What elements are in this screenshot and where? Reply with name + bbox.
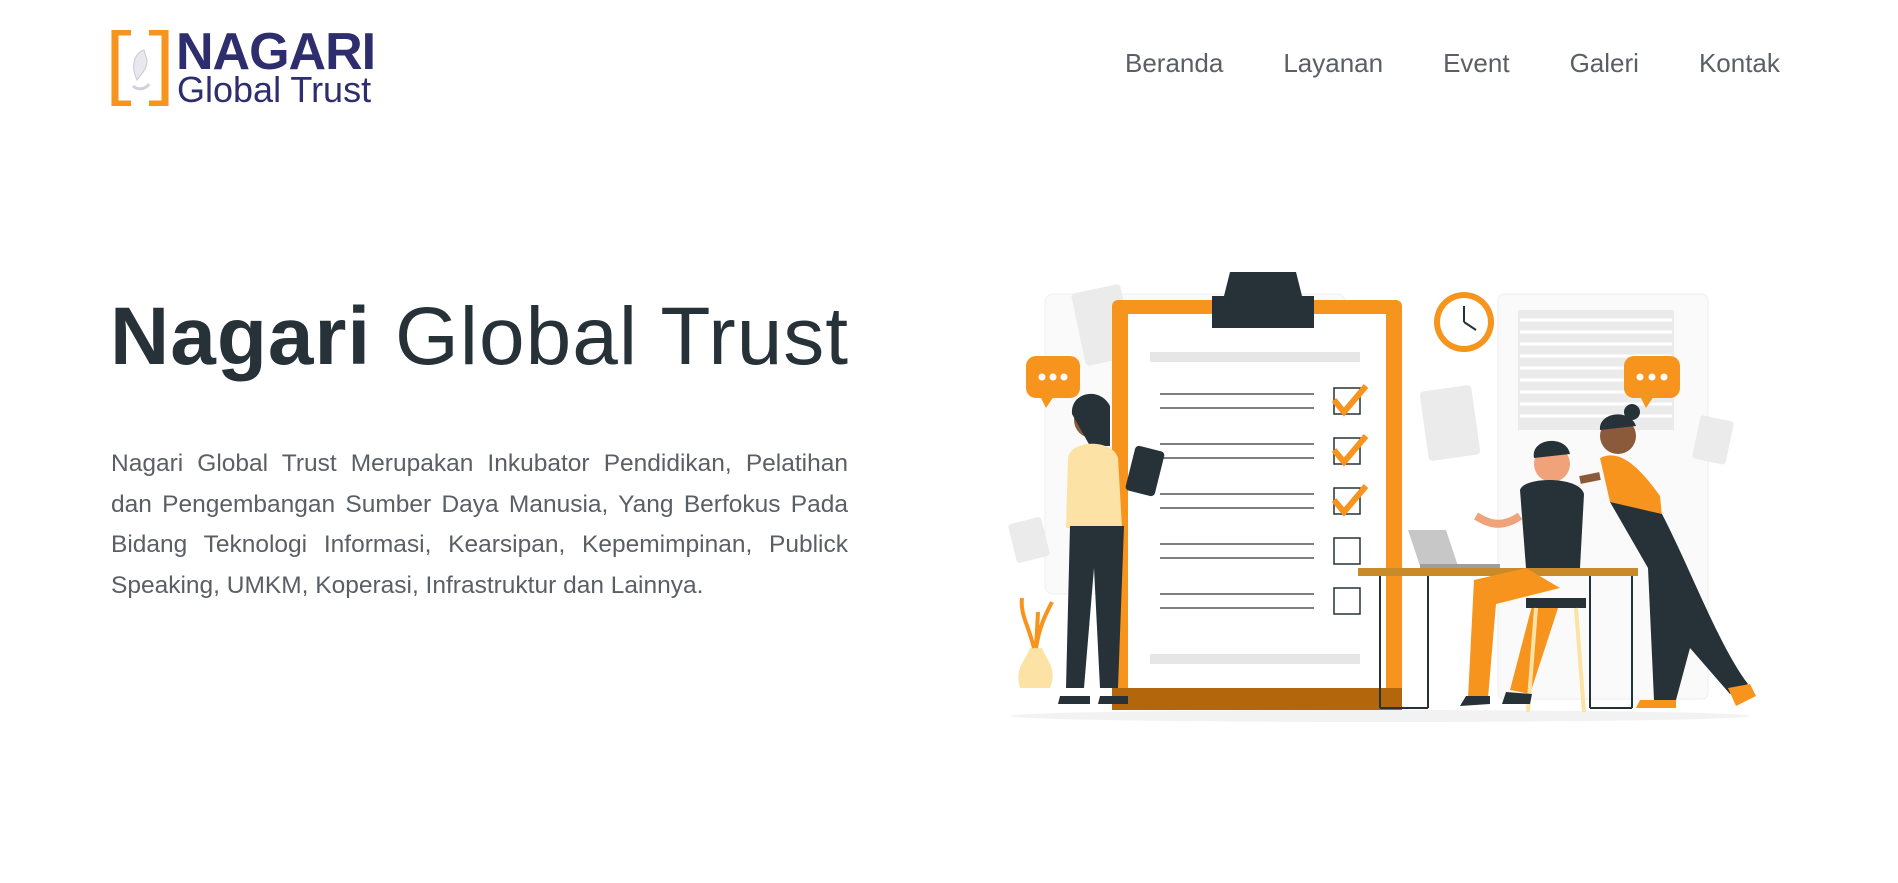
hero-description: Nagari Global Trust Merupakan Inkubator …	[111, 450, 848, 599]
nav-item-beranda[interactable]: Beranda	[1125, 48, 1223, 84]
hero-title: Nagari Global Trust	[110, 296, 849, 378]
brand-logo[interactable]: NAGARI Global Trust	[111, 26, 381, 110]
hero-title-rest: Global Trust	[395, 291, 850, 382]
logo-bracket-icon	[111, 30, 169, 106]
hero-title-bold: Nagari	[110, 291, 372, 382]
nav-item-galeri[interactable]: Galeri	[1570, 48, 1639, 84]
plant-vase-icon	[1018, 597, 1054, 688]
site-header: NAGARI Global Trust Beranda Layanan Even…	[0, 0, 1898, 140]
main-nav: Beranda Layanan Event Galeri Kontak	[1125, 48, 1780, 84]
nav-item-layanan[interactable]: Layanan	[1283, 48, 1383, 84]
paper-icon	[1419, 385, 1481, 461]
checkbox-4	[1333, 537, 1361, 565]
paper-icon	[1008, 517, 1050, 563]
checklist-team-illustration	[1008, 272, 1756, 722]
nav-item-event[interactable]: Event	[1443, 48, 1510, 84]
clipboard-clip-icon	[1212, 272, 1314, 328]
nav-item-kontak[interactable]: Kontak	[1699, 48, 1780, 84]
floor-shadow	[1010, 710, 1750, 722]
logo-name-line2: Global Trust	[177, 69, 372, 110]
clipboard-bottom	[1112, 688, 1402, 710]
laptop-icon	[1408, 530, 1500, 568]
checkbox-5	[1333, 587, 1361, 615]
clock-icon	[1434, 292, 1494, 352]
